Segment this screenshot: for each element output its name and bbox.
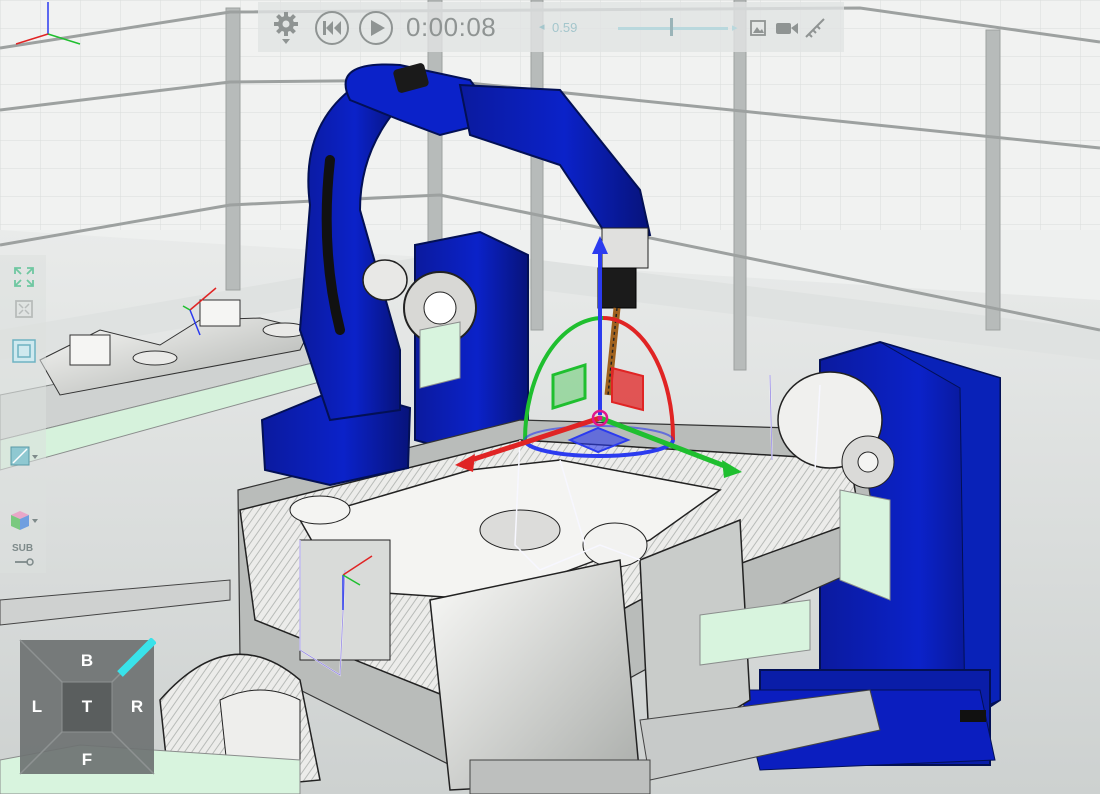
- speed-slider[interactable]: [618, 27, 728, 30]
- section-view-icon: [12, 339, 36, 363]
- fit-all-button[interactable]: [8, 263, 40, 291]
- left-toolbox: SUB: [0, 255, 46, 573]
- cube-display-icon: [11, 511, 38, 530]
- section-view-button[interactable]: [8, 337, 40, 365]
- gear-icon: [274, 12, 298, 44]
- record-button[interactable]: [774, 12, 800, 44]
- chevron-right-icon[interactable]: ▸: [732, 21, 738, 34]
- view-orientation-button[interactable]: [8, 443, 40, 471]
- playback-time: 0:00:08: [406, 12, 497, 42]
- view-cube-top[interactable]: T: [70, 692, 104, 722]
- display-mode-button[interactable]: [8, 507, 40, 535]
- fit-selected-button[interactable]: [8, 295, 40, 323]
- playback-speed-value: 0.59: [552, 20, 578, 35]
- sub-tool-label[interactable]: SUB: [12, 543, 33, 554]
- play-button[interactable]: [358, 10, 394, 46]
- settings-button[interactable]: [270, 12, 302, 44]
- 3d-viewport[interactable]: 0:00:08 ◂ 0.59 ▸ SUB B L T R F: [0, 0, 1100, 794]
- image-snapshot-icon: [750, 20, 766, 36]
- view-cube[interactable]: B L T R F: [18, 638, 156, 776]
- rewind-button[interactable]: [314, 10, 350, 46]
- snapshot-button[interactable]: [748, 12, 770, 44]
- view-cube-back[interactable]: B: [70, 646, 104, 676]
- sub-tool-icon[interactable]: [14, 554, 34, 572]
- expand-arrows-icon: [14, 267, 34, 287]
- chevron-left-icon[interactable]: ◂: [539, 20, 545, 33]
- playback-toolbar: 0:00:08 ◂ 0.59 ▸: [258, 2, 844, 52]
- measure-icon: [805, 18, 825, 38]
- robot-cell-scene[interactable]: [0, 0, 1100, 794]
- measure-button[interactable]: [802, 12, 828, 44]
- fit-selection-icon: [15, 300, 33, 318]
- speed-slider-thumb[interactable]: [670, 18, 673, 36]
- view-cube-right[interactable]: R: [120, 692, 154, 722]
- video-camera-icon: [776, 23, 798, 34]
- play-icon: [359, 11, 393, 45]
- view-orientation-icon: [10, 446, 38, 466]
- view-cube-front[interactable]: F: [70, 745, 104, 775]
- skip-to-start-icon: [315, 11, 349, 45]
- view-cube-left[interactable]: L: [20, 692, 54, 722]
